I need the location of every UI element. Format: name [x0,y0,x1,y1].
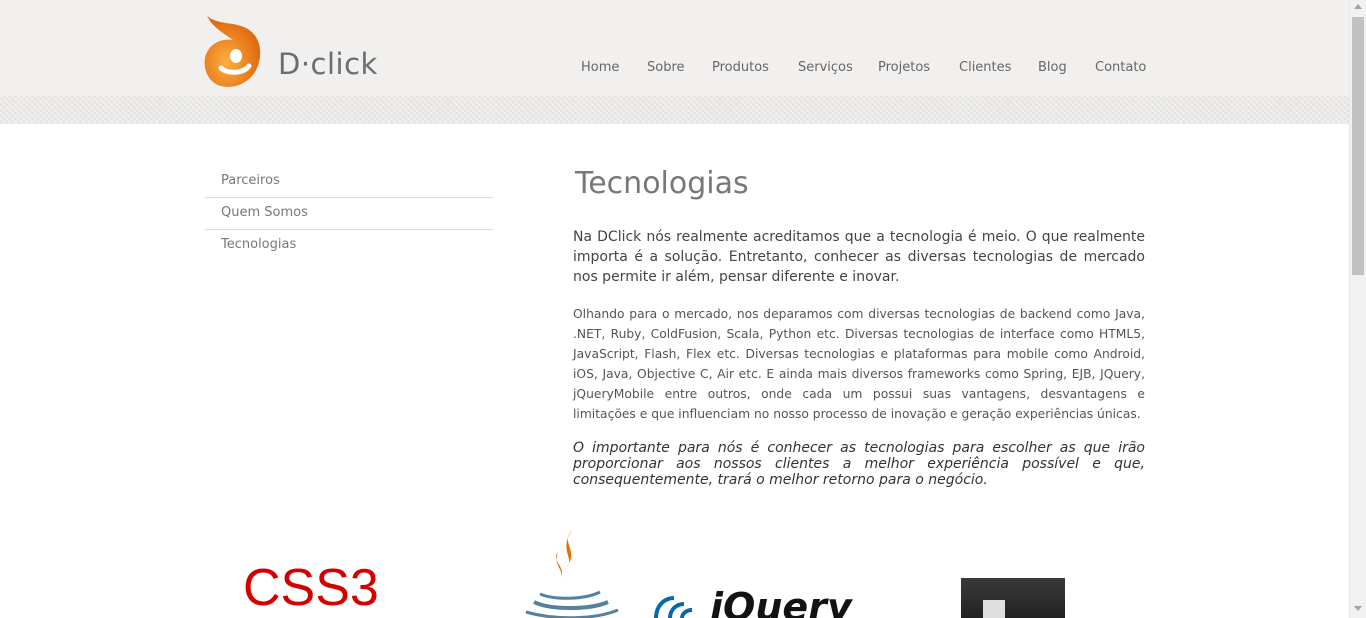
dclick-logo[interactable]: D·click [203,14,393,90]
html5-logo [961,578,1065,618]
jquery-logo: jQuery [652,585,912,618]
nav-home[interactable]: Home [581,60,619,75]
nav-projetos[interactable]: Projetos [878,60,930,75]
header-stripe [0,96,1349,124]
scroll-up-icon[interactable] [1354,4,1362,9]
jquery-wordmark: jQuery [705,588,854,618]
intro-paragraph: Na DClick nós realmente acreditamos que … [573,229,1145,285]
body-paragraph: Olhando para o mercado, nos deparamos co… [573,307,1145,421]
nav-clientes[interactable]: Clientes [959,60,1011,75]
sidebar-menu: Parceiros Quem Somos Tecnologias [205,166,493,262]
java-logo [520,528,620,618]
nav-blog[interactable]: Blog [1038,60,1067,75]
nav-produtos[interactable]: Produtos [712,60,769,75]
dclick-wordmark: D·click [278,47,378,81]
nav-servicos[interactable]: Serviços [798,60,853,75]
scrollbar[interactable] [1349,0,1366,618]
scroll-down-icon[interactable] [1354,606,1362,611]
closing-paragraph: O importante para nós é conhecer as tecn… [573,440,1145,488]
page-title: Tecnologias [575,166,749,201]
sidebar-item-quem-somos[interactable]: Quem Somos [205,198,493,230]
sidebar-item-tecnologias[interactable]: Tecnologias [205,230,493,262]
nav-contato[interactable]: Contato [1095,60,1146,75]
dclick-swirl-icon [204,16,261,87]
main-content: Tecnologias Na DClick nós realmente acre… [573,164,1145,488]
scroll-thumb[interactable] [1352,17,1364,275]
nav-sobre[interactable]: Sobre [647,60,685,75]
css3-logo: CSS3 [243,559,379,617]
sidebar-item-parceiros[interactable]: Parceiros [205,166,493,198]
